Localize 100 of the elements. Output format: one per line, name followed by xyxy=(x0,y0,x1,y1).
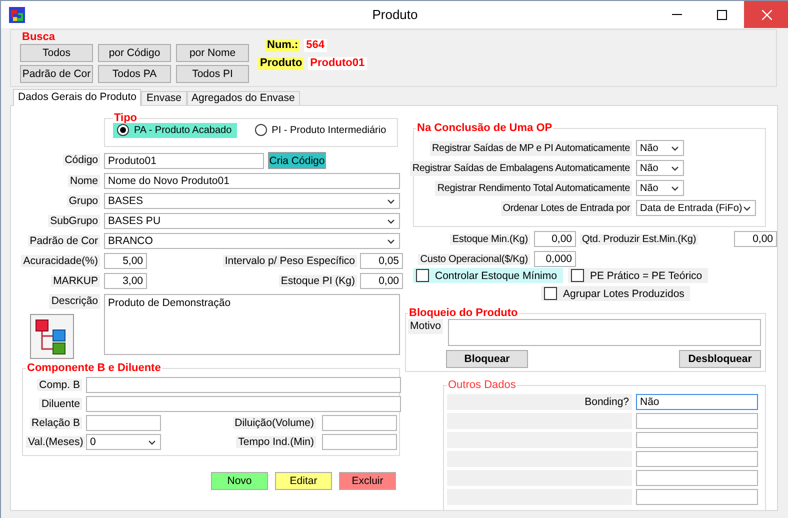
field-label: Registrar Saídas de MP e PI Automaticamente xyxy=(430,140,632,156)
field-label: Relação B xyxy=(30,416,82,428)
field-label: MARKUP xyxy=(51,274,100,286)
group-title: Tipo xyxy=(113,112,138,124)
action-button[interactable]: Excluir xyxy=(339,472,396,490)
group-title: Bloqueio do Produto xyxy=(408,307,519,319)
field-label: Diluente xyxy=(39,398,82,410)
text-field[interactable] xyxy=(636,451,758,467)
field-label: Intervalo p/ Peso Específico xyxy=(222,254,357,266)
dropdown[interactable]: Não xyxy=(636,160,684,176)
number-field[interactable]: 0,00 xyxy=(360,273,403,289)
text-field[interactable] xyxy=(86,377,401,393)
number-field[interactable]: 3,00 xyxy=(104,273,147,289)
field-label: Descrição xyxy=(49,294,100,309)
field-label: Estoque PI (Kg) xyxy=(278,274,357,286)
field-label: Ordenar Lotes de Entrada por xyxy=(500,200,632,216)
search-button[interactable]: Todos xyxy=(20,44,93,62)
close-icon xyxy=(762,10,772,20)
field-label: Padrão de Cor xyxy=(28,234,100,246)
group-title: Outros Dados xyxy=(447,379,517,391)
create-code-button[interactable]: Cria Código xyxy=(268,152,326,169)
search-button[interactable]: Todos PA xyxy=(98,65,171,83)
field-label: SubGrupo xyxy=(48,214,100,226)
number-field[interactable]: 0,00 xyxy=(534,231,576,247)
field-label: Tempo Ind.(Min) xyxy=(236,436,316,448)
field-label: Comp. B xyxy=(37,378,82,390)
dropdown[interactable]: BASES xyxy=(104,193,400,209)
radio-button[interactable]: PA - Produto Acabado xyxy=(113,123,237,138)
field-label: Diluição(Volume) xyxy=(232,416,316,428)
dropdown[interactable]: Não xyxy=(636,140,684,156)
description-field[interactable]: Produto de Demonstração xyxy=(104,294,400,355)
close-button[interactable] xyxy=(744,1,788,28)
field-label: Nome xyxy=(68,174,100,186)
field-label: Registrar Rendimento Total Automaticamente xyxy=(435,180,632,196)
text-field[interactable] xyxy=(636,470,758,486)
dropdown[interactable]: 0 xyxy=(86,434,161,450)
radio-button[interactable]: PI - Produto Intermediário xyxy=(250,123,392,138)
chevron-down-icon xyxy=(387,238,395,244)
action-button[interactable]: Editar xyxy=(275,472,332,490)
window-title: Produto xyxy=(372,7,418,22)
field-label: Código xyxy=(62,154,100,166)
field-label: Qtd. Produzir Est.Min.(Kg) xyxy=(580,234,698,244)
dropdown[interactable]: BRANCO xyxy=(104,233,400,249)
text-field[interactable] xyxy=(322,415,397,431)
chevron-down-icon xyxy=(387,198,395,204)
app-icon xyxy=(9,6,25,22)
chevron-down-icon xyxy=(671,146,679,150)
hierarchy-button[interactable] xyxy=(30,314,74,359)
maximize-icon xyxy=(716,10,726,20)
checkbox[interactable]: PE Prático = PE Teórico xyxy=(568,268,708,283)
field-label: Estoque Min.(Kg) xyxy=(450,234,530,244)
dropdown[interactable]: BASES PU xyxy=(104,213,400,229)
reason-field[interactable] xyxy=(448,319,761,346)
text-field[interactable]: Nome do Novo Produto01 xyxy=(104,173,400,189)
chevron-down-icon xyxy=(743,206,751,210)
number-label: Num.: xyxy=(265,39,300,52)
field-label: Motivo xyxy=(408,319,443,334)
block-button[interactable]: Bloquear xyxy=(446,350,528,368)
chevron-down-icon xyxy=(387,218,395,224)
field-label: Bonding? xyxy=(447,394,632,410)
chevron-down-icon xyxy=(671,186,679,190)
search-button[interactable]: por Código xyxy=(98,44,171,62)
number-field[interactable]: 0,05 xyxy=(360,253,403,269)
field-label: Registrar Saídas de Embalagens Automaticamente xyxy=(410,160,632,176)
text-field[interactable] xyxy=(322,434,397,450)
text-field[interactable] xyxy=(636,489,758,505)
text-field[interactable] xyxy=(86,396,401,412)
field-label: Grupo xyxy=(66,194,100,206)
chevron-down-icon xyxy=(148,440,156,444)
field-label: Acuracidade(%) xyxy=(21,254,100,266)
checkbox[interactable]: Controlar Estoque Mínimo xyxy=(413,268,563,283)
text-field[interactable] xyxy=(636,432,758,448)
product-label: Produto xyxy=(258,57,304,70)
text-field[interactable]: Produto01 xyxy=(104,152,264,168)
tab[interactable]: Dados Gerais do Produto xyxy=(13,89,142,106)
text-field[interactable] xyxy=(86,415,161,431)
number-value: 564 xyxy=(304,39,327,52)
group-title: Busca xyxy=(22,31,56,43)
tab[interactable]: Envase xyxy=(141,91,187,105)
block-button[interactable]: Desbloquear xyxy=(679,350,761,368)
text-field[interactable] xyxy=(636,413,758,429)
dropdown[interactable]: Não xyxy=(636,180,684,196)
field-label: Custo Operacional($/Kg) xyxy=(418,254,530,264)
minimize-icon xyxy=(672,14,682,15)
group-title: Na Conclusão de Uma OP xyxy=(416,122,554,134)
dropdown[interactable]: Data de Entrada (FiFo) xyxy=(636,200,756,216)
search-button[interactable]: Padrão de Cor xyxy=(20,65,93,83)
search-button[interactable]: Todos PI xyxy=(176,65,249,83)
number-field[interactable]: 5,00 xyxy=(104,253,147,269)
number-field[interactable]: 0,00 xyxy=(734,231,777,247)
field-label: Val.(Meses) xyxy=(26,436,86,448)
group-title: Componente B e Diluente xyxy=(26,362,162,374)
chevron-down-icon xyxy=(671,166,679,170)
tab[interactable]: Agregados do Envase xyxy=(186,91,300,105)
checkbox[interactable]: Agrupar Lotes Produzidos xyxy=(541,286,690,301)
action-button[interactable]: Novo xyxy=(211,472,268,490)
text-field[interactable]: Não xyxy=(636,394,758,410)
search-button[interactable]: por Nome xyxy=(176,44,249,62)
number-field[interactable]: 0,000 xyxy=(534,251,576,267)
product-value: Produto01 xyxy=(308,57,367,70)
